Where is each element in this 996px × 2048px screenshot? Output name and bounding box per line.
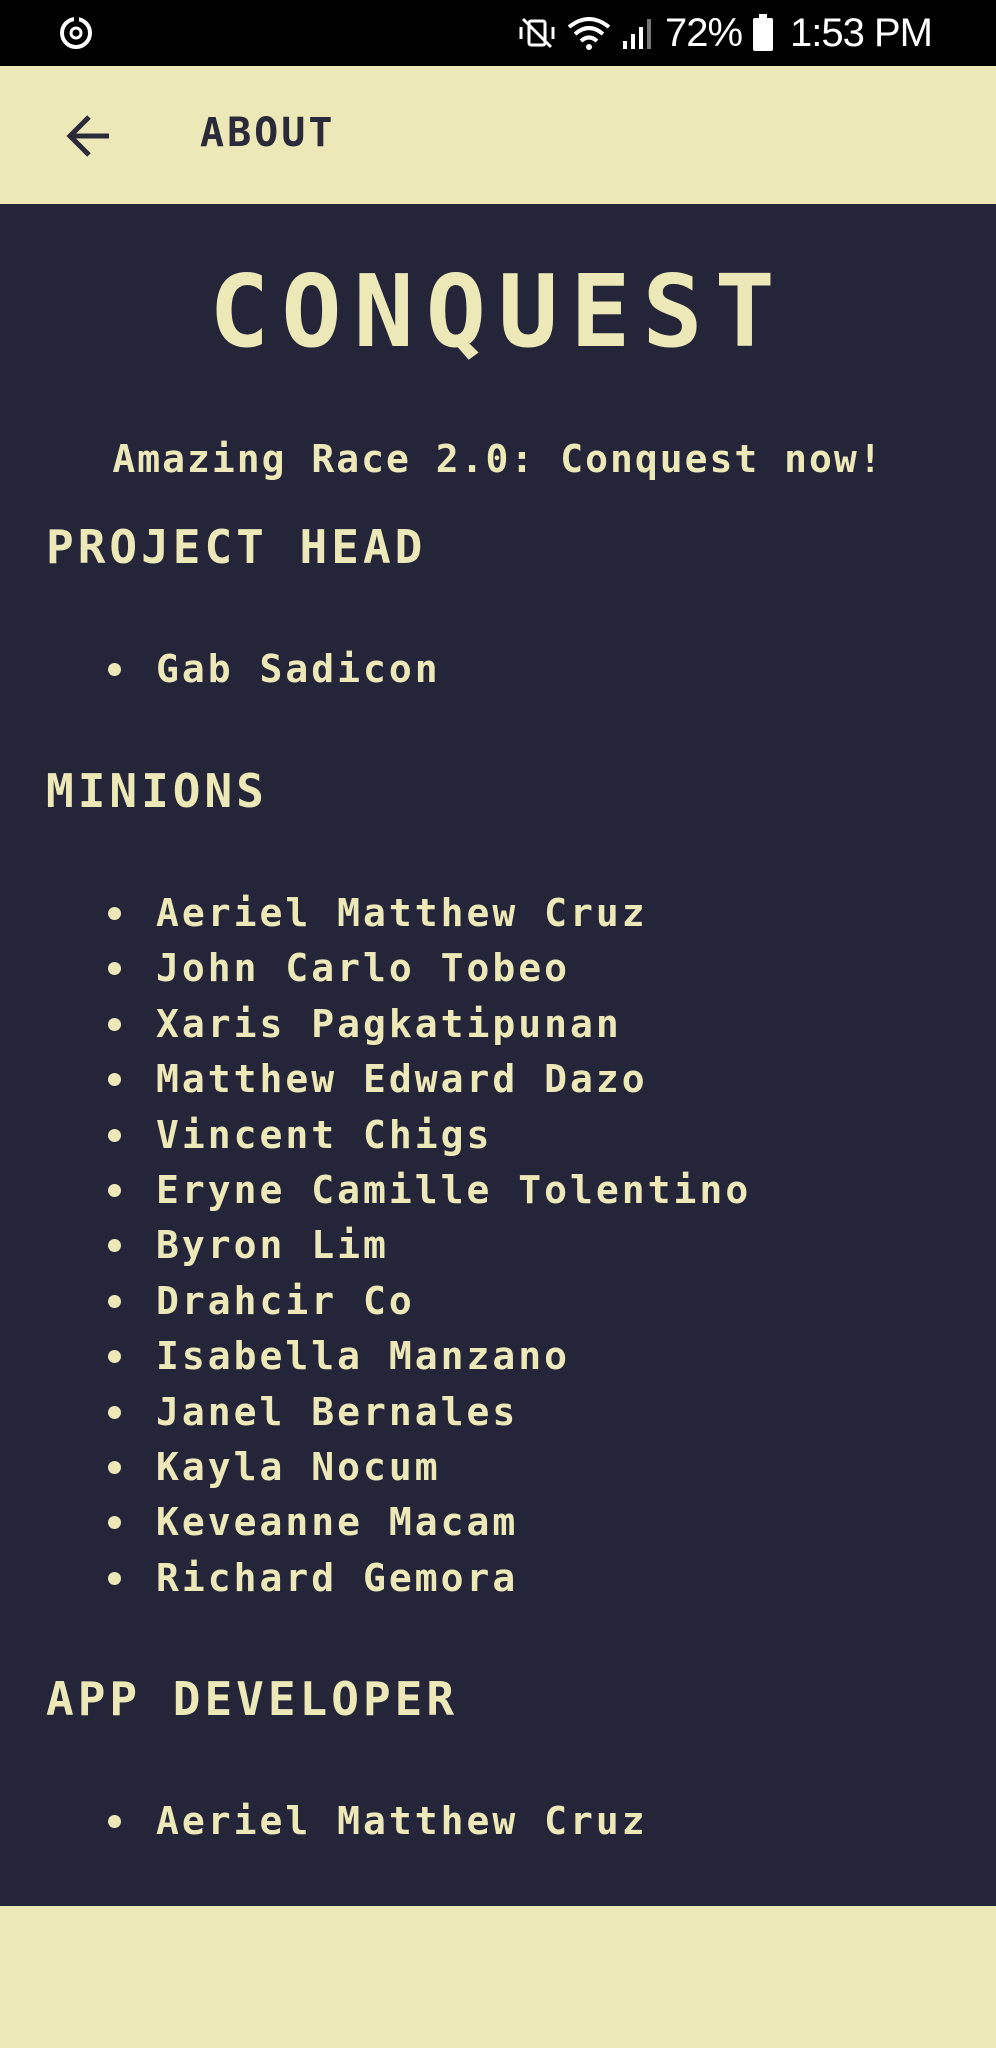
- bullet: [108, 1017, 121, 1031]
- list-item: Kayla Nocum: [0, 1440, 751, 1495]
- member-name: Kayla Nocum: [156, 1444, 441, 1489]
- back-button[interactable]: [58, 106, 118, 166]
- member-name: Xaris Pagkatipunan: [156, 1001, 622, 1046]
- list-item: Matthew Edward Dazo: [0, 1052, 751, 1107]
- arrow-left-icon: [66, 115, 109, 157]
- minions-list: Aeriel Matthew Cruz John Carlo Tobeo Xar…: [0, 886, 751, 1606]
- list-item: Richard Gemora: [0, 1551, 751, 1606]
- member-name: Eryne Camille Tolentino: [156, 1167, 752, 1212]
- tagline: Amazing Race 2.0: Conquest now!: [112, 437, 884, 481]
- member-name: Richard Gemora: [156, 1555, 519, 1600]
- wifi-icon: [567, 17, 611, 50]
- page-title: ABOUT: [200, 110, 336, 156]
- member-name: Janel Bernales: [156, 1389, 519, 1434]
- about-content: CONQUEST Amazing Race 2.0: Conquest now!…: [0, 204, 996, 1906]
- bullet: [108, 1516, 121, 1530]
- list-item: Eryne Camille Tolentino: [0, 1163, 751, 1218]
- list-item: Vincent Chigs: [0, 1108, 751, 1163]
- list-item: Aeriel Matthew Cruz: [0, 1794, 648, 1849]
- app-bar: ABOUT: [0, 66, 996, 204]
- bullet: [108, 1405, 121, 1419]
- section-heading-app-developer: APP DEVELOPER: [46, 1672, 459, 1726]
- member-name: Aeriel Matthew Cruz: [156, 1799, 648, 1843]
- member-name: Byron Lim: [156, 1223, 389, 1268]
- status-right-group: 72% 1:53 PM: [517, 0, 933, 66]
- bullet: [108, 1815, 121, 1828]
- member-name: Matthew Edward Dazo: [156, 1057, 648, 1102]
- member-name: Vincent Chigs: [156, 1112, 493, 1157]
- app-developer-list: Aeriel Matthew Cruz: [0, 1794, 648, 1849]
- section-heading-minions: MINIONS: [46, 764, 268, 818]
- bullet: [108, 1073, 121, 1087]
- member-name: Isabella Manzano: [156, 1334, 571, 1379]
- bullet: [108, 663, 121, 676]
- list-item: Drahcir Co: [0, 1274, 751, 1329]
- sync-circle-icon: [60, 17, 92, 49]
- bullet: [108, 1350, 121, 1364]
- list-item: John Carlo Tobeo: [0, 941, 751, 996]
- battery-percent: 72%: [664, 10, 743, 55]
- member-name: Drahcir Co: [156, 1278, 415, 1323]
- bullet: [108, 1183, 121, 1197]
- member-name: Keveanne Macam: [156, 1500, 519, 1545]
- battery-icon: [753, 14, 774, 51]
- member-name: John Carlo Tobeo: [156, 946, 571, 991]
- member-name: Gab Sadicon: [156, 647, 441, 691]
- footer-bar: [0, 1906, 996, 2048]
- bullet: [108, 907, 121, 920]
- vibrate-mute-icon: [519, 17, 555, 49]
- clock: 1:53 PM: [790, 10, 933, 55]
- list-item: Janel Bernales: [0, 1385, 751, 1440]
- list-item: Xaris Pagkatipunan: [0, 997, 751, 1052]
- list-item: Isabella Manzano: [0, 1329, 751, 1384]
- bullet: [108, 1294, 121, 1308]
- status-bar: 72% 1:53 PM: [0, 0, 996, 66]
- bullet: [108, 1460, 121, 1474]
- list-item: Byron Lim: [0, 1218, 751, 1273]
- list-item: Keveanne Macam: [0, 1495, 751, 1550]
- signal-bars-icon: [622, 19, 651, 49]
- section-heading-project-head: PROJECT HEAD: [46, 520, 427, 574]
- project-head-list: Gab Sadicon: [0, 642, 441, 697]
- bullet: [108, 1128, 121, 1142]
- list-item: Aeriel Matthew Cruz: [0, 886, 751, 941]
- member-name: Aeriel Matthew Cruz: [156, 891, 648, 935]
- bullet: [108, 1571, 121, 1585]
- bullet: [108, 1239, 121, 1253]
- bullet: [108, 962, 121, 976]
- list-item: Gab Sadicon: [0, 642, 441, 697]
- game-title: CONQUEST: [209, 253, 787, 370]
